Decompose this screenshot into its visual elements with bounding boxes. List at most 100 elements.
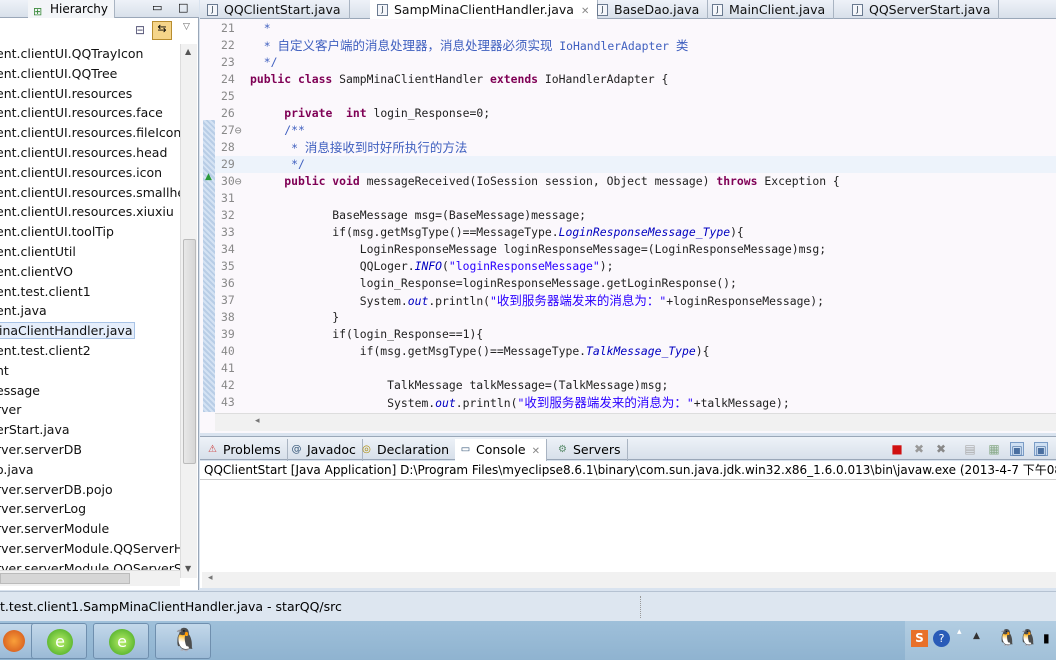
tray-expand-icon[interactable]: ▴ xyxy=(957,627,962,637)
tree-item[interactable]: essage xyxy=(0,381,180,401)
sogou-input-icon[interactable]: S xyxy=(911,630,928,647)
tree-item[interactable]: rver xyxy=(0,400,180,420)
code-line[interactable]: 25 xyxy=(200,88,1056,105)
java-file-icon: J xyxy=(852,4,863,16)
tree-item[interactable]: ent.clientUI.resources.face xyxy=(0,103,180,123)
tree-item[interactable]: ent.clientUI.resources.icon xyxy=(0,163,180,183)
minimize-icon[interactable]: ▭ xyxy=(152,1,162,14)
code-line[interactable]: 26 private int login_Response=0; xyxy=(200,105,1056,122)
tree-item[interactable]: ent.clientUI.resources.fileIconTy xyxy=(0,123,180,143)
code-line[interactable]: 38 } xyxy=(200,309,1056,326)
pin-console-icon[interactable]: ▣ xyxy=(1010,442,1024,457)
code-line[interactable]: 36 login_Response=loginResponseMessage.g… xyxy=(200,275,1056,292)
code-line[interactable]: 28 * 消息接收到时好所执行的方法 xyxy=(200,139,1056,156)
tree-item-label: ent.clientUI.resources.xiuxiu xyxy=(0,204,174,220)
close-tab-icon[interactable]: ✕ xyxy=(581,6,589,17)
tree-item[interactable]: ent.clientUI.resources xyxy=(0,84,180,104)
clear-console-icon[interactable]: ▤ xyxy=(963,442,977,456)
tree-item[interactable]: ent.clientUI.resources.head xyxy=(0,143,180,163)
tree-item-label: ent.clientUI.resources.smallhead xyxy=(0,184,180,200)
tree-item[interactable]: rver.serverModule.QQServerHa xyxy=(0,539,180,559)
tree-item[interactable]: rver.serverLog xyxy=(0,499,180,519)
taskbar-qq[interactable]: 🐧 xyxy=(155,623,211,659)
tree-item[interactable]: ent.test.client1 xyxy=(0,282,180,302)
qq-tray-icon[interactable]: 🐧 xyxy=(1018,628,1038,647)
scroll-lock-icon[interactable]: ▦ xyxy=(987,442,1001,456)
tree-item[interactable]: ent.test.client2 xyxy=(0,341,180,361)
network-icon[interactable]: ▮ xyxy=(1043,631,1050,645)
code-line[interactable]: 42 TalkMessage talkMessage=(TalkMessage)… xyxy=(200,377,1056,394)
code-line[interactable]: 30⊖ public void messageReceived(IoSessio… xyxy=(200,173,1056,190)
code-line[interactable]: 29 */ xyxy=(200,156,1056,173)
code-line[interactable]: 37 System.out.println("收到服务器端发来的消息为："+lo… xyxy=(200,292,1056,309)
editor-horizontal-scrollbar[interactable]: ◂ xyxy=(215,413,1056,431)
code-editor[interactable]: 21 * 22 * 自定义客户端的消息处理器，消息处理器必须实现 IoHandle… xyxy=(200,19,1056,433)
code-line[interactable]: 34 LoginResponseMessage loginResponseMes… xyxy=(200,241,1056,258)
javadoc-icon: @ xyxy=(291,444,302,455)
tree-item[interactable]: ent.clientUI.resources.xiuxiu xyxy=(0,202,180,222)
tree-item[interactable]: o.java xyxy=(0,460,180,480)
code-line[interactable]: 21 * xyxy=(200,20,1056,37)
maximize-icon[interactable]: □ xyxy=(178,1,188,14)
code-line[interactable]: 27⊖ /** xyxy=(200,122,1056,139)
code-line[interactable]: 40 if(msg.getMsgType()==MessageType.Talk… xyxy=(200,343,1056,360)
code-line[interactable]: 23 */ xyxy=(200,54,1056,71)
console-horizontal-scrollbar[interactable]: ◂ xyxy=(202,572,1056,588)
console-tab-declaration[interactable]: ◎ Declaration xyxy=(356,439,457,461)
editor-tab[interactable]: J BaseDao.java xyxy=(590,0,709,19)
tree-item[interactable]: ent.clientUI.toolTip xyxy=(0,222,180,242)
link-with-editor-icon[interactable]: ⇆ xyxy=(152,21,172,40)
tab-hierarchy[interactable]: ⊞ Hierarchy xyxy=(28,0,116,18)
tree-item[interactable]: ent.clientUI.QQTree xyxy=(0,64,180,84)
tree-item[interactable]: ent.clientUtil xyxy=(0,242,180,262)
editor-tab[interactable]: J MainClient.java xyxy=(705,0,835,19)
code-line[interactable]: 24 public class SampMinaClientHandler ext… xyxy=(200,71,1056,88)
panel-toolbar: ⊟ ⇆ ▽ xyxy=(0,19,199,43)
tree-item[interactable]: ent.clientVO xyxy=(0,262,180,282)
remove-launch-icon[interactable]: ✖ xyxy=(912,442,926,456)
scroll-down-icon[interactable]: ▼ xyxy=(185,564,191,573)
console-tab-console[interactable]: ▭ Console ✕ xyxy=(455,439,548,461)
tree-item[interactable]: nt xyxy=(0,361,180,381)
code-line[interactable]: 32 BaseMessage msg=(BaseMessage)message; xyxy=(200,207,1056,224)
scroll-left-icon[interactable]: ◂ xyxy=(255,416,260,426)
code-line[interactable]: 41 xyxy=(200,360,1056,377)
tree-item[interactable]: erStart.java xyxy=(0,420,180,440)
tree-item[interactable]: rver.serverModule xyxy=(0,519,180,539)
editor-tab[interactable]: J QQServerStart.java xyxy=(845,0,1000,19)
code-line[interactable]: 39 if(login_Response==1){ xyxy=(200,326,1056,343)
editor-tab[interactable]: J SampMinaClientHandler.java ✕ xyxy=(370,0,599,19)
scroll-left-icon[interactable]: ◂ xyxy=(208,573,213,583)
tree-vertical-scrollbar[interactable]: ▲ ▼ xyxy=(180,44,197,578)
taskbar-app-1[interactable]: e xyxy=(31,623,87,659)
code-line[interactable]: 43 System.out.println("收到服务器端发来的消息为："+ta… xyxy=(200,394,1056,411)
taskbar-app-2[interactable]: e xyxy=(93,623,149,659)
remove-all-terminated-icon[interactable]: ✖ xyxy=(934,442,948,456)
code-line[interactable]: 33 if(msg.getMsgType()==MessageType.Logi… xyxy=(200,224,1056,241)
display-console-icon[interactable]: ▣ xyxy=(1034,442,1048,457)
collapse-all-icon[interactable]: ⊟ xyxy=(135,23,145,37)
code-line[interactable]: 22 * 自定义客户端的消息处理器，消息处理器必须实现 IoHandlerAda… xyxy=(200,37,1056,54)
tree-item[interactable]: rver.serverDB.pojo xyxy=(0,480,180,500)
help-icon[interactable]: ? xyxy=(933,630,950,647)
console-tab-javadoc[interactable]: @ Javadoc xyxy=(286,439,363,461)
scrollbar-thumb[interactable] xyxy=(0,573,130,584)
tree-item[interactable]: inaClientHandler.java xyxy=(0,321,180,341)
console-tab-problems[interactable]: ⚠ Problems xyxy=(202,439,288,461)
tree-item[interactable]: ent.clientUI.resources.smallhead xyxy=(0,183,180,203)
code-line[interactable]: 35 QQLoger.INFO("loginResponseMessage"); xyxy=(200,258,1056,275)
scroll-up-icon[interactable]: ▲ xyxy=(185,47,191,56)
view-menu-icon[interactable]: ▽ xyxy=(183,22,190,32)
code-line[interactable]: 31 xyxy=(200,190,1056,207)
qq-tray-icon[interactable]: 🐧 xyxy=(997,628,1017,647)
tree-horizontal-scrollbar[interactable] xyxy=(0,570,180,586)
tree-item[interactable]: ent.clientUI.QQTrayIcon xyxy=(0,44,180,64)
console-tab-servers[interactable]: ⚙ Servers xyxy=(552,439,628,461)
scrollbar-thumb[interactable] xyxy=(183,239,196,464)
close-tab-icon[interactable]: ✕ xyxy=(532,446,540,457)
show-hidden-icons[interactable]: ▲ xyxy=(973,631,980,641)
tree-item[interactable]: rver.serverDB xyxy=(0,440,180,460)
editor-tab[interactable]: J QQClientStart.java xyxy=(200,0,350,19)
terminate-icon[interactable]: ■ xyxy=(890,442,904,456)
tree-item[interactable]: ent.java xyxy=(0,301,180,321)
